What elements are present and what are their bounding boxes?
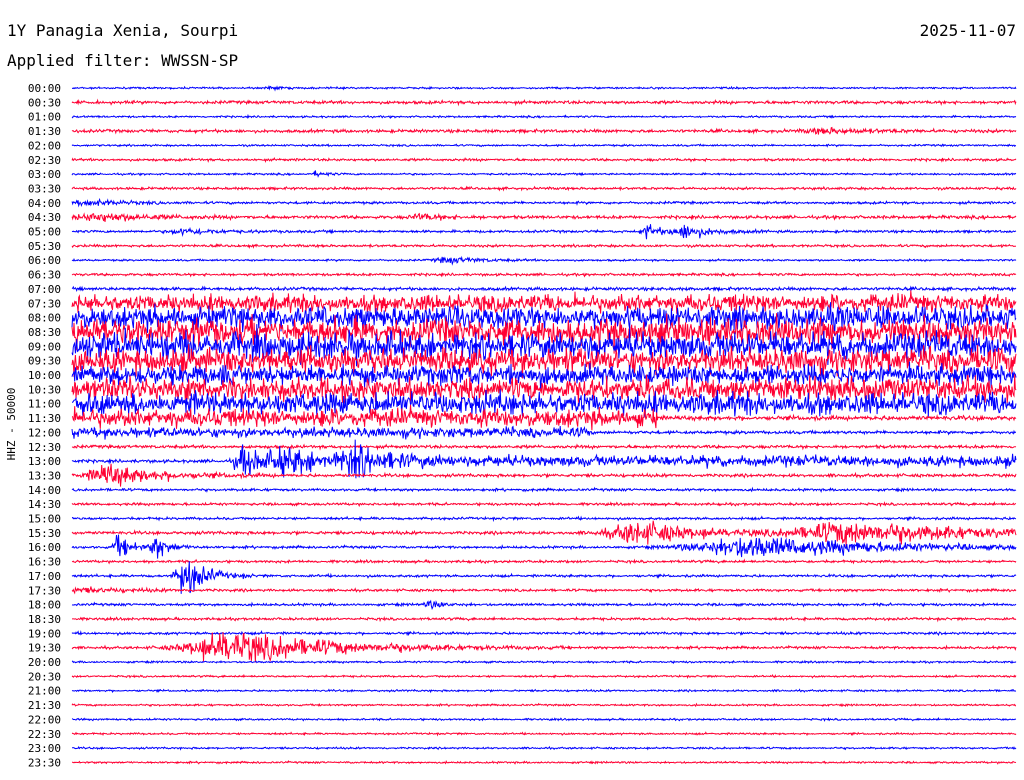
filter-label: Applied filter: WWSSN-SP	[7, 51, 238, 70]
trace-line	[71, 255, 1017, 266]
trace-line	[71, 673, 1017, 680]
trace-line	[71, 702, 1016, 708]
time-tick-label: 08:00	[28, 312, 61, 325]
time-tick-label: 03:00	[28, 168, 61, 181]
trace-line	[72, 745, 1017, 751]
time-tick-label: 07:00	[28, 283, 61, 296]
trace-line	[71, 243, 1017, 249]
time-tick-label: 15:00	[28, 513, 61, 526]
time-tick-label: 17:00	[28, 570, 61, 583]
time-tick-label: 13:30	[28, 469, 61, 482]
trace-line	[71, 443, 1017, 451]
time-tick-label: 06:30	[28, 269, 61, 282]
time-tick-label: 20:30	[28, 670, 61, 683]
trace-line	[71, 143, 1017, 148]
trace-line	[71, 716, 1017, 722]
station-title: 1Y Panagia Xenia, Sourpi	[7, 21, 238, 40]
time-tick-label: 10:30	[28, 383, 61, 396]
time-tick-label: 21:00	[28, 685, 61, 698]
trace-line	[71, 439, 1017, 479]
trace-group	[71, 84, 1017, 765]
trace-line	[71, 157, 1017, 163]
trace-line	[71, 520, 1017, 547]
trace-line	[72, 615, 1017, 623]
trace-line	[71, 224, 1017, 240]
trace-line	[71, 285, 1017, 293]
time-tick-label: 02:00	[28, 139, 61, 152]
trace-line	[71, 98, 1017, 107]
time-tick-label: 15:30	[28, 527, 61, 540]
time-tick-label: 23:00	[28, 742, 61, 755]
time-tick-label: 20:00	[28, 656, 61, 669]
time-tick-label: 09:30	[28, 355, 61, 368]
trace-line	[71, 126, 1017, 136]
trace-line	[71, 586, 1017, 595]
trace-line	[71, 486, 1017, 493]
trace-line	[71, 632, 1017, 663]
trace-line	[71, 688, 1017, 694]
trace-line	[71, 630, 1017, 637]
trace-line	[71, 290, 1017, 315]
time-tick-label: 02:30	[28, 154, 61, 167]
time-tick-label: 23:30	[28, 756, 61, 769]
time-tick-label: 11:00	[28, 398, 61, 411]
time-tick-label: 07:30	[28, 297, 61, 310]
time-tick-label: 21:30	[28, 699, 61, 712]
time-tick-label: 04:30	[28, 211, 61, 224]
trace-line	[71, 463, 1017, 487]
trace-line	[71, 212, 1017, 222]
time-tick-label: 05:30	[28, 240, 61, 253]
tick-label-group: 00:0000:30 01:0001:3002:00 02:3003:0003:30…	[28, 82, 61, 769]
trace-line	[71, 558, 1017, 565]
trace-line	[71, 501, 1017, 508]
time-tick-label: 16:30	[28, 556, 61, 569]
time-tick-label: 04:00	[28, 197, 61, 210]
trace-line	[71, 84, 1017, 92]
time-tick-label: 17:30	[28, 584, 61, 597]
trace-line	[71, 599, 1017, 610]
trace-line	[71, 760, 1017, 765]
trace-line	[71, 113, 1017, 120]
y-axis-label: HHZ - 50000	[5, 388, 18, 461]
time-tick-label: 12:00	[28, 426, 61, 439]
time-tick-label: 08:30	[28, 326, 61, 339]
trace-line	[71, 170, 1017, 178]
trace-line	[71, 534, 1017, 559]
time-tick-label: 10:00	[28, 369, 61, 382]
time-tick-label: 19:00	[28, 627, 61, 640]
time-tick-label: 01:30	[28, 125, 61, 138]
time-tick-label: 01:00	[28, 111, 61, 124]
trace-line	[71, 197, 1017, 208]
time-tick-label: 03:30	[28, 182, 61, 195]
trace-line	[71, 515, 1017, 523]
time-tick-label: 06:00	[28, 254, 61, 267]
trace-line	[71, 659, 1017, 665]
helicorder-chart: 1Y Panagia Xenia, Sourpi 2025-11-07 Appl…	[5, 21, 1017, 769]
time-tick-label: 12:30	[28, 441, 61, 454]
time-tick-label: 18:00	[28, 599, 61, 612]
time-tick-label: 19:30	[28, 642, 61, 655]
time-tick-label: 16:00	[28, 541, 61, 554]
trace-line	[71, 185, 1017, 192]
time-tick-label: 11:30	[28, 412, 61, 425]
trace-line	[71, 731, 1017, 737]
date-label: 2025-11-07	[920, 21, 1016, 40]
time-tick-label: 22:30	[28, 728, 61, 741]
trace-line	[71, 271, 1017, 278]
time-tick-label: 00:00	[28, 82, 61, 95]
time-tick-label: 00:30	[28, 96, 61, 109]
time-tick-label: 14:30	[28, 498, 61, 511]
trace-line	[71, 425, 1017, 440]
time-tick-label: 13:00	[28, 455, 61, 468]
time-tick-label: 09:00	[28, 340, 61, 353]
time-tick-label: 05:00	[28, 226, 61, 239]
time-tick-label: 18:30	[28, 613, 61, 626]
trace-line	[71, 561, 1017, 594]
time-tick-label: 14:00	[28, 484, 61, 497]
time-tick-label: 22:00	[28, 713, 61, 726]
